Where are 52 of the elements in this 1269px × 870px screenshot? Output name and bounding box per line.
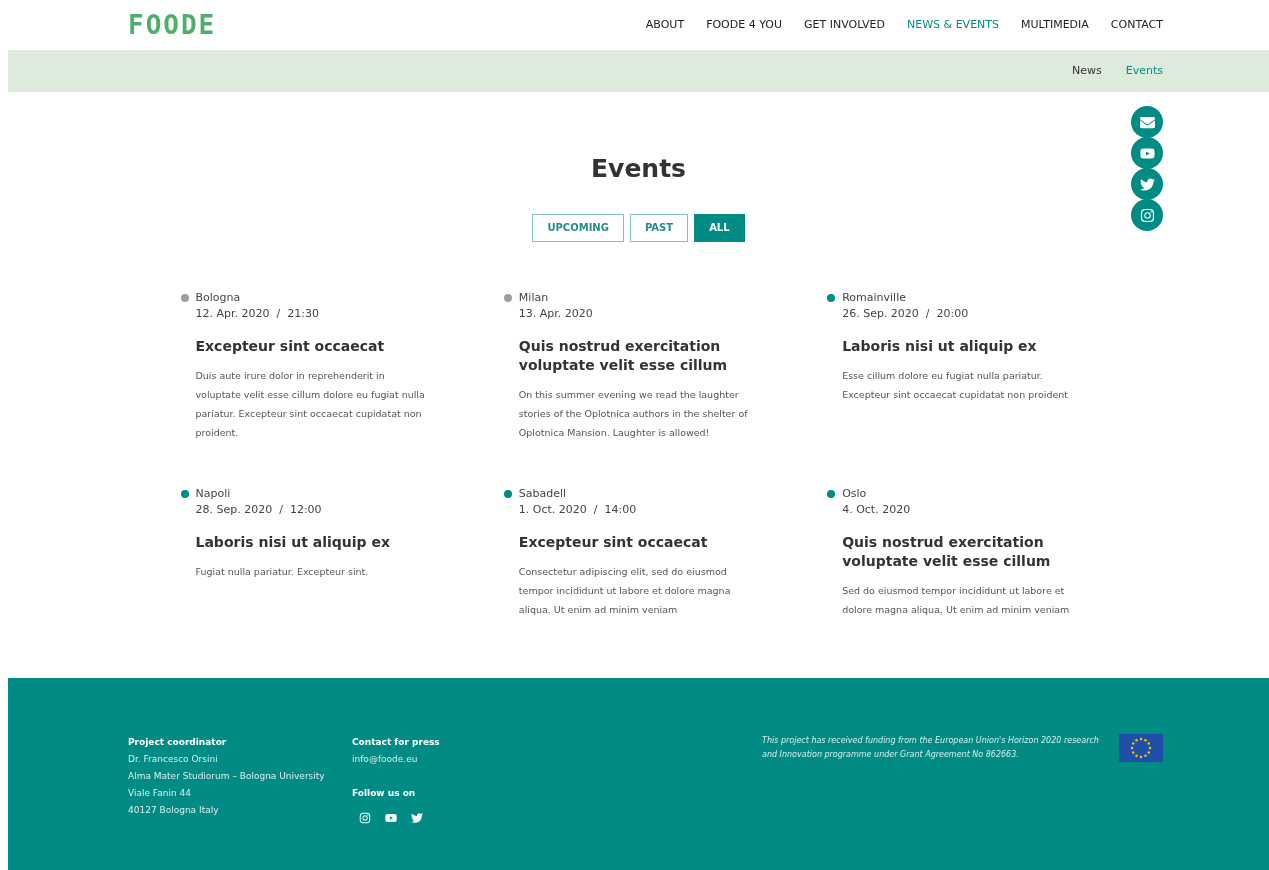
event-title[interactable]: Quis nostrud exercitation voluptate velit esse cillum	[842, 532, 1063, 571]
eu-flag-icon	[1119, 734, 1163, 762]
footer-heading: Project coordinator	[128, 736, 228, 749]
event-date: 26. Sep. 2020 / 20:00	[842, 306, 970, 322]
footer-text: Dr. Francesco Orsini	[128, 753, 219, 766]
event-title[interactable]: Excepteur sint occaecat	[518, 532, 739, 552]
footer-text: Alma Mater Studiorum – Bologna University	[128, 770, 326, 783]
footer-heading: Follow us on	[352, 787, 417, 800]
nav-link[interactable]: CONTACT	[1110, 16, 1163, 34]
youtube-icon[interactable]	[1131, 137, 1163, 169]
footer-text: Viale Fanin 44	[128, 787, 192, 800]
event-city: Bologna	[195, 289, 241, 306]
event-description: Duis aute irure dolor in reprehenderit in voluptate velit esse cillum dolore eu fugiat nulla pariatur. Excepteur sint occaecat cupidatat non proident.	[195, 368, 426, 440]
nav-link[interactable]: GET INVOLVED	[804, 16, 886, 34]
event-date: 1. Oct. 2020 / 14:00	[518, 502, 638, 518]
event-description: Esse cillum dolore eu fugiat nulla pariatur. Excepteur sint occaecat cupidatat non proident	[842, 368, 1070, 402]
twitter-icon[interactable]	[411, 812, 423, 824]
event-description: On this summer evening we read the laughter stories of the Oplotnica authors in the shelter of Oplotnica Mansion. Laughter is allowed!	[518, 387, 749, 440]
footer-heading: Contact for press	[352, 736, 441, 749]
event-city: Napoli	[195, 485, 231, 502]
nav-link[interactable]: NEWS & EVENTS	[907, 16, 999, 34]
event-title[interactable]: Excepteur sint occaecat	[195, 336, 416, 356]
event-description: Consectetur adipiscing elit, sed do eiusmod tempor incididunt ut labore et dolore magna aliqua. Ut enim ad minim veniam	[518, 564, 732, 617]
event-city: Sabadell	[518, 485, 567, 502]
page-title: Events	[591, 153, 686, 185]
email-link[interactable]: info@foode.eu	[352, 751, 762, 768]
event-title[interactable]: Laboris nisi ut aliquip ex	[195, 532, 416, 552]
filter-tab[interactable]: PAST	[629, 213, 689, 242]
twitter-icon[interactable]	[1131, 168, 1163, 200]
event-date: 4. Oct. 2020	[842, 502, 912, 518]
mail-icon[interactable]	[1131, 106, 1163, 138]
event-date: 13. Apr. 2020	[518, 306, 594, 322]
event-title[interactable]: Quis nostrud exercitation voluptate velit esse cillum	[518, 336, 739, 375]
instagram-icon[interactable]	[359, 812, 371, 824]
nav-link[interactable]: FOODE 4 YOU	[706, 16, 782, 34]
event-date: 12. Apr. 2020 / 21:30	[195, 306, 320, 322]
nav-link[interactable]: ABOUT	[645, 16, 685, 34]
filter-tab[interactable]: UPCOMING	[532, 213, 624, 242]
nav-link[interactable]: MULTIMEDIA	[1021, 16, 1089, 34]
funding-notice: This project has received funding from the European Union's Horizon 2020 research and Innovation programme under Grant Agreement No 862663.	[762, 735, 1100, 761]
subnav-link[interactable]: News	[1072, 62, 1102, 80]
event-city: Romainville	[842, 289, 906, 306]
youtube-icon[interactable]	[385, 812, 397, 824]
footer-text: 40127 Bologna Italy	[128, 804, 220, 817]
event-date: 28. Sep. 2020 / 12:00	[195, 502, 323, 518]
filter-tab[interactable]: ALL	[694, 213, 745, 242]
event-description: Fugiat nulla pariatur. Excepteur sint.	[195, 564, 370, 579]
event-title[interactable]: Laboris nisi ut aliquip ex	[842, 336, 1063, 356]
event-city: Oslo	[842, 485, 867, 502]
instagram-icon[interactable]	[1131, 199, 1163, 231]
event-description: Sed do eiusmod tempor incididunt ut labore et dolore magna aliqua. Ut enim ad minim veniam	[842, 583, 1071, 617]
event-city: Milan	[518, 289, 549, 306]
